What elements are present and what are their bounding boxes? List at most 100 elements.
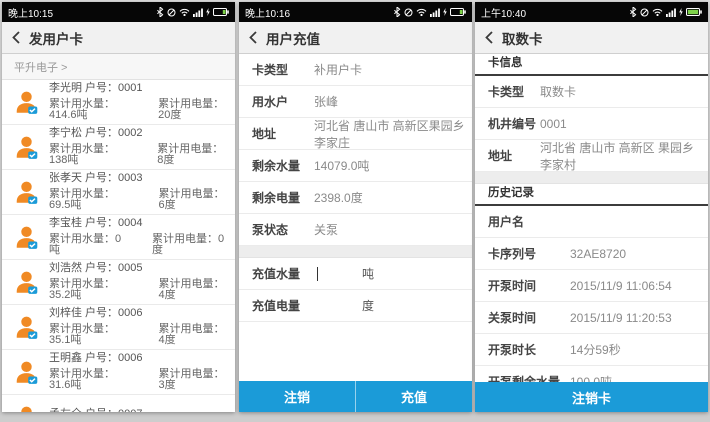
status-icons: [393, 7, 466, 17]
user-avatar-icon: [14, 405, 39, 413]
user-list-item[interactable]: 李光明 户号：0001 累计用水量：414.6吨 累计用电量：20度: [2, 80, 235, 125]
user-list-item[interactable]: 李宁松 户号：0002 累计用水量：138吨累计用电量：8度: [2, 125, 235, 170]
user-avatar-icon: [14, 270, 39, 295]
field-value: 2015/11/9 11:06:54: [570, 279, 672, 293]
bluetooth-icon: [629, 7, 637, 17]
unit-label: 吨: [362, 265, 374, 282]
field-label: 地址: [252, 125, 314, 142]
field-value: 张峰: [314, 93, 338, 110]
field-value: 河北省 唐山市 高新区 果园乡 李家村: [540, 139, 708, 173]
user-avatar-icon: [14, 135, 39, 160]
user-name-account: 李宝桂 户号：0004: [49, 218, 229, 229]
nav-header: 取数卡: [475, 22, 708, 54]
back-chevron-icon: [12, 31, 20, 44]
status-bar: 晚上10:15: [2, 2, 235, 22]
field-label: 卡类型: [488, 83, 540, 100]
nav-header: 用户充值: [239, 22, 472, 54]
status-time: 上午10:40: [481, 5, 526, 20]
unit-label: 度: [362, 297, 374, 314]
phone-screen-recharge: 晚上10:16 用户充值 卡类型 补用户卡 用水户 张峰: [239, 2, 472, 412]
field-row-address: 地址 河北省 唐山市 高新区 果园乡 李家村: [475, 140, 708, 172]
user-list-item[interactable]: 刘浩然 户号：0005 累计用水量：35.2吨累计用电量：4度: [2, 260, 235, 305]
input-label: 充值电量: [252, 297, 314, 314]
back-chevron-icon: [485, 31, 493, 44]
back-chevron-icon: [249, 31, 257, 44]
charging-bolt-icon: [679, 8, 683, 16]
field-row-remaining-water: 剩余水量 14079.0吨: [239, 150, 472, 182]
status-time: 晚上10:16: [245, 5, 290, 20]
user-name-account: 张孝天 户号：0003: [49, 173, 229, 184]
field-value: 关泵: [314, 221, 338, 238]
text-cursor: [317, 267, 318, 281]
cancel-card-button[interactable]: 注销卡: [475, 382, 708, 412]
user-avatar-icon: [14, 90, 39, 115]
signal-icon: [193, 8, 203, 17]
user-list-item[interactable]: 孟友全 户号：0007: [2, 395, 235, 412]
breadcrumb[interactable]: 平升电子 >: [2, 54, 235, 80]
field-row-pump-duration: 开泵时长 14分59秒: [475, 334, 708, 366]
cancel-card-button[interactable]: 注销: [239, 381, 355, 412]
field-label: 用水户: [252, 93, 314, 110]
input-label: 充值水量: [252, 265, 314, 282]
mute-icon: [404, 8, 413, 17]
field-label: 关泵时间: [488, 309, 570, 326]
status-time: 晚上10:15: [8, 5, 53, 20]
page-title: 取数卡: [502, 28, 543, 48]
bluetooth-icon: [393, 7, 401, 17]
back-button[interactable]: [12, 31, 20, 44]
user-power-total: 累计用电量：20度: [158, 99, 229, 121]
battery-icon: [450, 8, 466, 16]
recharge-button[interactable]: 充值: [355, 381, 472, 412]
wifi-icon: [416, 8, 427, 16]
user-list-item[interactable]: 李宝桂 户号：0004 累计用水量：0吨 累计用电量：0度: [2, 215, 235, 260]
phone-screen-data-card: 上午10:40 取数卡 卡信息 卡类型 取数卡 机井编号 0001: [475, 2, 708, 412]
field-row-card-type: 卡类型 取数卡: [475, 76, 708, 108]
field-label: 泵状态: [252, 221, 314, 238]
back-button[interactable]: [485, 31, 493, 44]
field-row-pump-off-time: 关泵时间 2015/11/9 11:20:53: [475, 302, 708, 334]
user-list-item[interactable]: 刘梓佳 户号：0006 累计用水量：35.1吨累计用电量：4度: [2, 305, 235, 350]
field-value: 补用户卡: [314, 61, 362, 78]
user-avatar-icon: [14, 360, 39, 385]
field-label: 剩余水量: [252, 157, 314, 174]
field-row-well-number: 机井编号 0001: [475, 108, 708, 140]
user-water-total: 累计用水量：0吨: [49, 234, 126, 256]
back-button[interactable]: [249, 31, 257, 44]
charging-bolt-icon: [206, 8, 210, 16]
user-list-item[interactable]: 张孝天 户号：0003 累计用水量：69.5吨累计用电量：6度: [2, 170, 235, 215]
phone-screen-issue-card: 晚上10:15 发用户卡 平升电子 > 李光明 户号：0001: [2, 2, 235, 412]
input-row-recharge-water[interactable]: 充值水量 吨: [239, 258, 472, 290]
user-power-total: 累计用电量：0度: [152, 234, 229, 256]
user-name-account: 李宁松 户号：0002: [49, 128, 229, 139]
user-power-total: 累计用电量：6度: [158, 189, 229, 211]
user-water-total: 累计用水量：35.1吨: [49, 324, 132, 346]
user-name-account: 王明鑫 户号：0006: [49, 353, 229, 364]
field-row-address: 地址 河北省 唐山市 高新区果园乡 李家庄: [239, 118, 472, 150]
user-power-total: 累计用电量：8度: [157, 144, 229, 166]
user-name-account: 刘浩然 户号：0005: [49, 263, 229, 274]
wifi-icon: [652, 8, 663, 16]
bottom-action-bar: 注销 充值: [239, 381, 472, 412]
field-row-pump-on-time: 开泵时间 2015/11/9 11:06:54: [475, 270, 708, 302]
field-label: 卡序列号: [488, 245, 570, 262]
section-divider: [475, 172, 708, 184]
user-power-total: 累计用电量：3度: [158, 369, 229, 391]
field-value: 河北省 唐山市 高新区果园乡 李家庄: [314, 117, 472, 151]
input-row-recharge-power[interactable]: 充值电量 度: [239, 290, 472, 322]
status-bar: 晚上10:16: [239, 2, 472, 22]
user-power-total: 累计用电量：4度: [158, 279, 229, 301]
field-row-water-user: 用水户 张峰: [239, 86, 472, 118]
status-icons: [156, 7, 229, 17]
mute-icon: [640, 8, 649, 17]
user-water-total: 累计用水量：414.6吨: [49, 99, 132, 121]
screenshot-canvas: 晚上10:15 发用户卡 平升电子 > 李光明 户号：0001: [0, 0, 710, 422]
user-name-account: 李光明 户号：0001: [49, 83, 229, 94]
user-avatar-icon: [14, 225, 39, 250]
field-value: 2398.0度: [314, 189, 363, 206]
user-list-item[interactable]: 王明鑫 户号：0006 累计用水量：31.6吨累计用电量：3度: [2, 350, 235, 395]
user-avatar-icon: [14, 180, 39, 205]
wifi-icon: [179, 8, 190, 16]
field-row-remaining-power: 剩余电量 2398.0度: [239, 182, 472, 214]
user-power-total: 累计用电量：4度: [158, 324, 229, 346]
section-header-history: 历史记录: [475, 184, 708, 206]
